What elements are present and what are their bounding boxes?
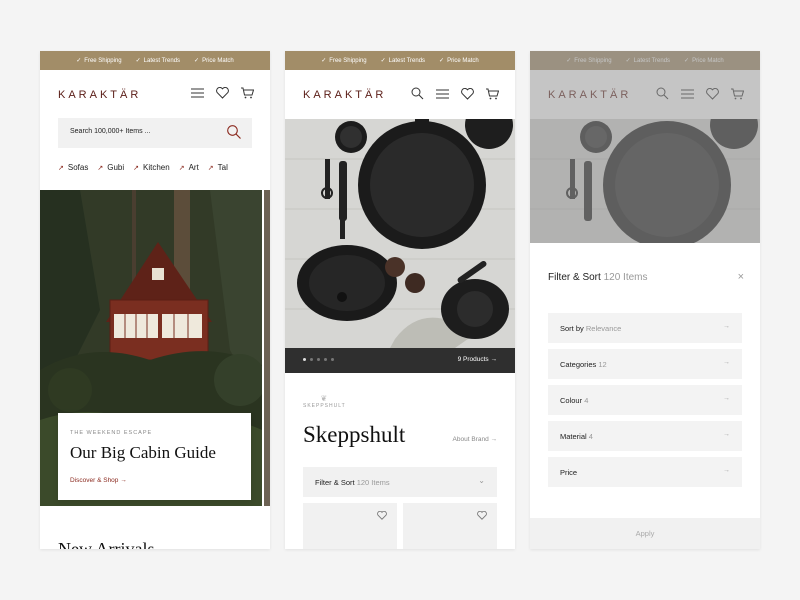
scroll-fade (240, 156, 270, 178)
chevron-down-icon: ⌄ (478, 476, 485, 485)
hero-eyebrow: THE WEEKEND ESCAPE (70, 430, 153, 436)
menu-icon[interactable] (191, 88, 204, 98)
hero-card[interactable]: THE WEEKEND ESCAPE Our Big Cabin Guide D… (58, 413, 251, 500)
arrow-right-icon: → (723, 431, 730, 438)
colour-option[interactable]: Colour 4 → (548, 385, 742, 415)
search-input[interactable]: Search 100,000+ Items ... (58, 118, 252, 148)
promo-item: ✓Price Match (194, 57, 234, 65)
brand-screen: ✓ Free Shipping ✓ Latest Trends ✓ Price Mat… (285, 51, 515, 549)
hero-title: Our Big Cabin Guide (70, 443, 216, 462)
sheet-title: Filter & Sort 120 Items (548, 272, 648, 283)
category-chip-sofas[interactable]: ↗ Sofas (58, 163, 88, 172)
promo-item: ✓Price Match (439, 57, 479, 65)
arrow-right-icon: → (723, 359, 730, 366)
search-icon[interactable] (226, 124, 242, 140)
check-icon: ✓ (439, 58, 445, 64)
material-option[interactable]: Material 4 → (548, 421, 742, 451)
menu-icon[interactable] (436, 89, 449, 99)
search-icon[interactable] (411, 87, 424, 100)
brand-mark-icon: ❦ (320, 394, 329, 403)
category-chips: ↗ Sofas ↗ Gubi ↗ Kitchen ↗ Art ↗ Tal (58, 163, 228, 172)
categories-option[interactable]: Categories 12 → (548, 349, 742, 379)
arrow-right-icon: → (723, 467, 730, 474)
heart-icon[interactable] (461, 87, 474, 100)
filter-sort-button[interactable]: Filter & Sort 120 Items ⌄ (303, 467, 497, 497)
cart-icon[interactable] (241, 87, 254, 99)
section-title: New Arrivals (58, 539, 155, 549)
cart-icon[interactable] (486, 88, 499, 100)
product-image[interactable] (285, 119, 515, 348)
products-count-link[interactable]: 9 Products → (458, 356, 497, 363)
check-icon: ✓ (380, 58, 386, 64)
next-slide-peek (264, 190, 270, 506)
promo-item: ✓Latest Trends (135, 57, 181, 65)
close-icon[interactable]: × (738, 271, 744, 283)
brand-mark: ❦ SKEPPSHULT (303, 394, 346, 409)
brand-title: Skeppshult (303, 422, 406, 447)
trending-icon: ↗ (58, 164, 64, 172)
category-chip-gubi[interactable]: ↗ Gubi (97, 163, 124, 172)
heart-icon[interactable] (377, 511, 387, 520)
promo-item: ✓Latest Trends (380, 57, 426, 65)
promo-bar: ✓Free Shipping ✓Latest Trends ✓Price Mat… (285, 51, 515, 70)
filter-sort-sheet: Filter & Sort 120 Items × Sort by Releva… (530, 243, 760, 549)
brand-logo[interactable]: KARAKTÄR (303, 89, 386, 101)
site-header: KARAKTÄR (285, 70, 515, 119)
apply-label: Apply (635, 529, 655, 538)
heart-icon[interactable] (216, 87, 229, 99)
product-tile[interactable] (303, 503, 397, 549)
promo-item: ✓Free Shipping (321, 57, 367, 65)
home-screen: ✓ Free Shipping ✓ Latest Trends ✓ Price Mat… (40, 51, 270, 549)
heart-icon[interactable] (477, 511, 487, 520)
category-chip-kitchen[interactable]: ↗ Kitchen (133, 163, 170, 172)
carousel-dots[interactable] (303, 358, 334, 361)
trending-icon: ↗ (133, 164, 139, 172)
category-chip-tal[interactable]: ↗ Tal (208, 163, 228, 172)
promo-item: ✓Free Shipping (76, 57, 122, 65)
search-placeholder: Search 100,000+ Items ... (70, 128, 151, 135)
filter-screen: ✓Free Shipping ✓Latest Trends ✓Price Mat… (530, 51, 760, 549)
check-icon: ✓ (135, 58, 141, 64)
trending-icon: ↗ (178, 164, 185, 172)
about-brand-link[interactable]: About Brand → (453, 436, 497, 443)
apply-button[interactable]: Apply (530, 518, 760, 549)
check-icon: ✓ (194, 58, 200, 64)
product-tile[interactable] (403, 503, 497, 549)
promo-bar: ✓Free Shipping ✓Latest Trends ✓Price Mat… (40, 51, 270, 70)
arrow-right-icon: → (723, 395, 730, 402)
category-chip-art[interactable]: ↗ Art (179, 163, 199, 172)
price-option[interactable]: Price → (548, 457, 742, 487)
discover-shop-link[interactable]: Discover & Shop → (70, 477, 127, 484)
carousel-bar: 9 Products → (285, 348, 515, 373)
arrow-right-icon: → (723, 323, 730, 330)
trending-icon: ↗ (207, 164, 214, 172)
check-icon: ✓ (76, 58, 82, 64)
site-header: KARAKTÄR (40, 70, 270, 119)
sort-by-option[interactable]: Sort by Relevance → (548, 313, 742, 343)
check-icon: ✓ (321, 58, 327, 64)
trending-icon: ↗ (97, 164, 104, 172)
brand-logo[interactable]: KARAKTÄR (58, 89, 141, 101)
